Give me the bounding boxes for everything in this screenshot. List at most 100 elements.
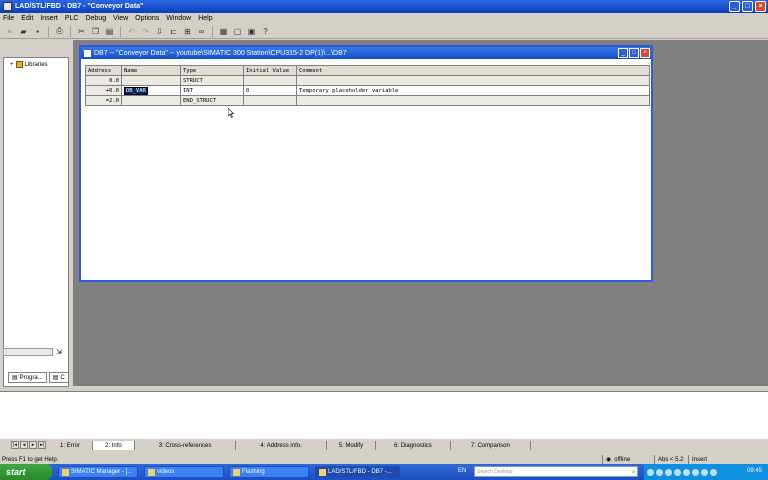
first-tab-icon[interactable]: |◂ (11, 441, 19, 449)
menu-options[interactable]: Options (135, 15, 159, 22)
tray-icon[interactable] (647, 468, 654, 476)
cell-initial-value[interactable]: 0 (243, 85, 297, 96)
menu-insert[interactable]: Insert (40, 15, 58, 22)
column-header-name[interactable]: Name (121, 65, 181, 76)
db-maximize-button[interactable]: □ (629, 48, 639, 58)
cell-name[interactable] (121, 75, 181, 86)
save-icon[interactable]: ▪ (32, 26, 43, 37)
library-icon (15, 61, 23, 68)
left-panel-tabs: ▤ Progra... ▤ C (8, 372, 69, 383)
details-output-window[interactable] (0, 391, 768, 439)
menu-view[interactable]: View (113, 15, 128, 22)
tree-item-libraries[interactable]: + Libraries (10, 61, 48, 68)
cell-type[interactable]: INT (180, 85, 244, 96)
db-close-button[interactable]: × (640, 48, 650, 58)
menu-plc[interactable]: PLC (65, 15, 79, 22)
menu-window[interactable]: Window (166, 15, 191, 22)
column-header-initial-value[interactable]: Initial Value (243, 65, 297, 76)
minimize-button[interactable]: _ (729, 1, 740, 12)
task-label: videos (157, 469, 175, 475)
window-icon[interactable]: ▢ (232, 26, 243, 37)
table-row[interactable]: 0.0 STRUCT (85, 75, 650, 86)
tray-icon[interactable] (683, 468, 690, 476)
tab-address-info[interactable]: 4: Address info. (236, 441, 327, 450)
print-icon[interactable]: ⎙ (54, 26, 65, 37)
tab-program-elements[interactable]: ▤ Progra... (8, 372, 47, 383)
new-icon[interactable]: ▫ (4, 26, 15, 37)
table-row[interactable]: =2.0 END_STRUCT (85, 95, 650, 106)
menu-edit[interactable]: Edit (21, 15, 33, 22)
db-window-title-bar[interactable]: DB7 -- "Conveyor Data" -- youtube\SIMATI… (81, 47, 651, 59)
cell-name[interactable] (121, 95, 181, 106)
clock[interactable]: 09:45 (747, 468, 762, 474)
tray-icon[interactable] (674, 468, 681, 476)
monitor-icon[interactable]: ⊏ (168, 26, 179, 37)
task-lad-stl-fbd[interactable]: LAD/STL/FBD - DB7 -... (315, 466, 400, 478)
search-icon[interactable]: ⌕ (632, 469, 635, 475)
cell-type[interactable]: STRUCT (180, 75, 244, 86)
tab-modify[interactable]: 5: Modify (327, 441, 377, 450)
desktop-search-input[interactable]: Search Desktop ⌕ (474, 466, 638, 477)
cell-comment[interactable]: Temporary placeholder variable (296, 85, 650, 96)
cut-icon[interactable]: ✂ (76, 26, 87, 37)
module-icon[interactable]: ∞ (196, 26, 207, 37)
redo-icon[interactable]: ↷ (140, 26, 151, 37)
table-row[interactable]: +0.0 DB_VAR INT 0 Temporary placeholder … (85, 85, 650, 96)
column-header-type[interactable]: Type (180, 65, 244, 76)
tray-icon[interactable] (701, 468, 708, 476)
tab-info[interactable]: 2: Info (93, 441, 135, 450)
column-header-address[interactable]: Address (85, 65, 122, 76)
download-icon[interactable]: ⇩ (154, 26, 165, 37)
toolbar: ▫ ▰ ▪ ⎙ ✂ ❐ ▤ ↶ ↷ ⇩ ⊏ ⊞ ∞ ▦ ▢ ▣ ? (0, 24, 768, 39)
tab-diagnostics[interactable]: 6: Diagnostics (376, 441, 451, 450)
tab-comparison[interactable]: 7: Comparison (451, 441, 531, 450)
cell-initial-value[interactable] (243, 95, 297, 106)
last-tab-icon[interactable]: ▸| (38, 441, 46, 449)
tab-error[interactable]: 1: Error (48, 441, 94, 450)
copy-icon[interactable]: ❐ (90, 26, 101, 37)
cell-name[interactable]: DB_VAR (121, 85, 181, 96)
network-icon[interactable]: ⊞ (182, 26, 193, 37)
start-button[interactable]: start (0, 464, 52, 480)
tree-item-label: Libraries (24, 61, 48, 68)
status-mode-text: offline (614, 456, 631, 463)
overview-icon[interactable]: ▣ (246, 26, 257, 37)
name-edit-field[interactable]: DB_VAR (124, 86, 148, 95)
db-minimize-button[interactable]: _ (618, 48, 628, 58)
whats-this-icon[interactable]: ? (260, 26, 271, 37)
next-tab-icon[interactable]: ▸ (29, 441, 37, 449)
column-header-comment[interactable]: Comment (296, 65, 650, 76)
task-flashing[interactable]: Flashing (229, 466, 309, 478)
scroll-icon[interactable]: ⇲ (56, 348, 62, 356)
toolbar-separator (48, 25, 49, 37)
menu-debug[interactable]: Debug (85, 15, 106, 22)
undo-icon[interactable]: ↶ (126, 26, 137, 37)
menu-file[interactable]: File (3, 15, 14, 22)
task-simatic-manager[interactable]: SIMATIC Manager - [... (58, 466, 138, 478)
tray-icon[interactable] (656, 468, 663, 476)
expand-icon[interactable]: + (10, 62, 14, 68)
tab-cross-references[interactable]: 3: Cross-references (135, 441, 237, 450)
status-online-mode: ◉ offline (602, 455, 630, 464)
cell-initial-value[interactable] (243, 75, 297, 86)
tab-call-structure[interactable]: ▤ C (48, 372, 69, 383)
left-panel-scrollbar[interactable]: ⇲ (3, 345, 69, 358)
menu-help[interactable]: Help (198, 15, 212, 22)
language-indicator[interactable]: EN (458, 468, 466, 474)
task-videos[interactable]: videos (144, 466, 224, 478)
tray-icon[interactable] (710, 468, 717, 476)
cell-comment[interactable] (296, 75, 650, 86)
status-help-text: Press F1 to get Help. (2, 456, 59, 463)
search-placeholder: Search Desktop (477, 468, 513, 475)
maximize-button[interactable]: □ (742, 1, 753, 12)
catalog-icon[interactable]: ▦ (218, 26, 229, 37)
prev-tab-icon[interactable]: ◂ (20, 441, 28, 449)
paste-icon[interactable]: ▤ (104, 26, 115, 37)
db-window: DB7 -- "Conveyor Data" -- youtube\SIMATI… (79, 45, 653, 282)
tray-icon[interactable] (665, 468, 672, 476)
tray-icon[interactable] (692, 468, 699, 476)
open-icon[interactable]: ▰ (18, 26, 29, 37)
close-button[interactable]: × (755, 1, 766, 12)
cell-type[interactable]: END_STRUCT (180, 95, 244, 106)
cell-comment[interactable] (296, 95, 650, 106)
